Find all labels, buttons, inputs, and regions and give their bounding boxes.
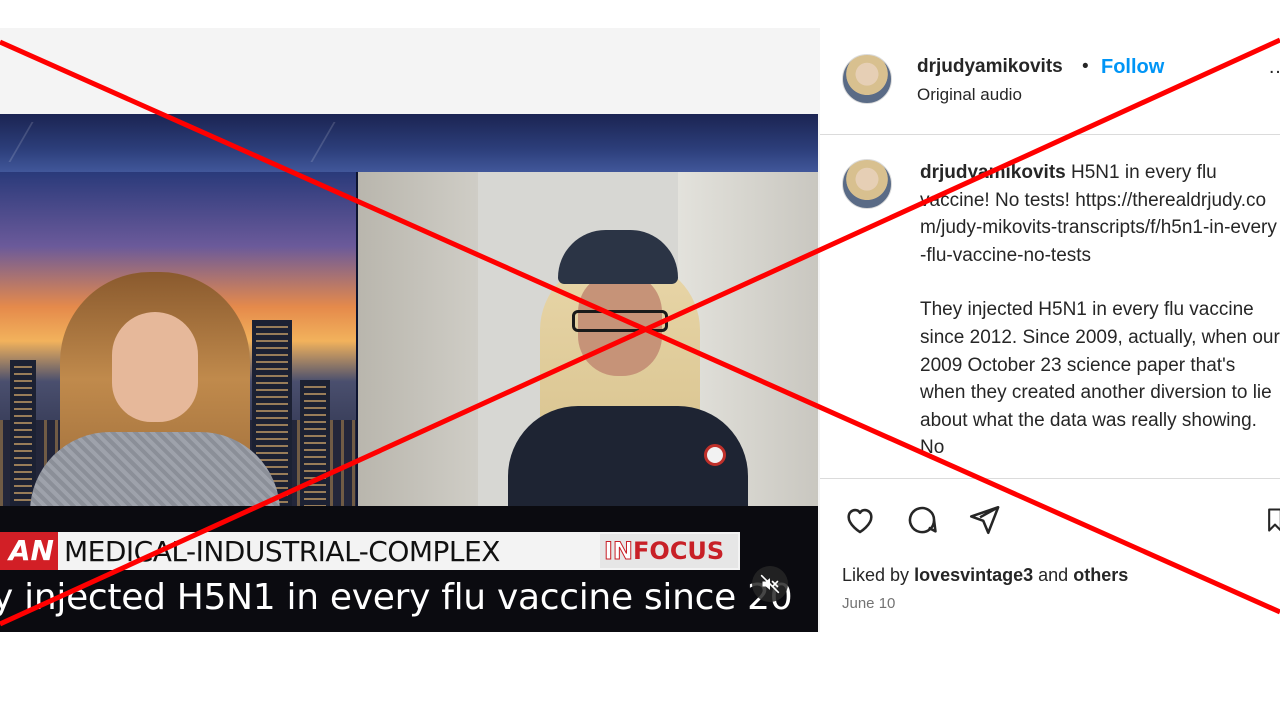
in-focus-in: IN: [603, 537, 634, 566]
caption-avatar[interactable]: [842, 159, 892, 209]
chyron-headline: MEDICAL-INDUSTRIAL-COMPLEX: [64, 535, 500, 568]
share-icon[interactable]: [966, 503, 1002, 537]
liked-by-prefix: Liked by: [842, 565, 910, 585]
guest-video-panel: [358, 172, 818, 510]
in-focus-logo: INFOCUS: [600, 534, 738, 568]
channel-logo: AN: [0, 532, 58, 570]
mute-button[interactable]: [752, 566, 788, 602]
follow-button[interactable]: Follow: [1101, 56, 1164, 79]
caption-username[interactable]: drjudyamikovits: [920, 162, 1066, 183]
audio-label[interactable]: Original audio: [917, 85, 1022, 105]
more-options-icon[interactable]: …: [1268, 56, 1280, 79]
chyron-ticker: y injected H5N1 in every flu vaccine sin…: [0, 577, 793, 618]
action-bar: [820, 478, 1280, 568]
heart-icon[interactable]: [842, 503, 878, 537]
caption-body: They injected H5N1 in every flu vaccine …: [920, 299, 1280, 459]
bookmark-icon[interactable]: [1268, 503, 1280, 537]
liked-by-and: and: [1038, 565, 1069, 585]
liked-by-user[interactable]: lovesvintage3: [914, 565, 1033, 585]
caption-scroll-area[interactable]: drjudyamikovits H5N1 in every flu vaccin…: [820, 135, 1280, 480]
speaker-muted-icon: [760, 574, 780, 594]
skyline-building: [300, 380, 330, 510]
post-caption: drjudyamikovits H5N1 in every flu vaccin…: [920, 159, 1280, 480]
anchor-video-panel: [0, 172, 356, 510]
separator-dot: •: [1082, 56, 1089, 77]
post-header: drjudyamikovits • Follow Original audio …: [820, 28, 1280, 135]
comment-icon[interactable]: [904, 503, 940, 537]
in-focus-focus: FOCUS: [633, 537, 725, 565]
studio-backdrop: [0, 114, 818, 172]
post-sidebar: drjudyamikovits • Follow Original audio …: [820, 28, 1280, 632]
likes-summary: Liked by lovesvintage3 and others: [842, 565, 1128, 586]
post-username[interactable]: drjudyamikovits: [917, 56, 1063, 78]
guest-speaker: [508, 230, 748, 510]
liked-by-others[interactable]: others: [1073, 565, 1128, 585]
news-anchor: [30, 272, 280, 510]
avatar[interactable]: [842, 54, 892, 104]
post-date: June 10: [842, 595, 896, 612]
